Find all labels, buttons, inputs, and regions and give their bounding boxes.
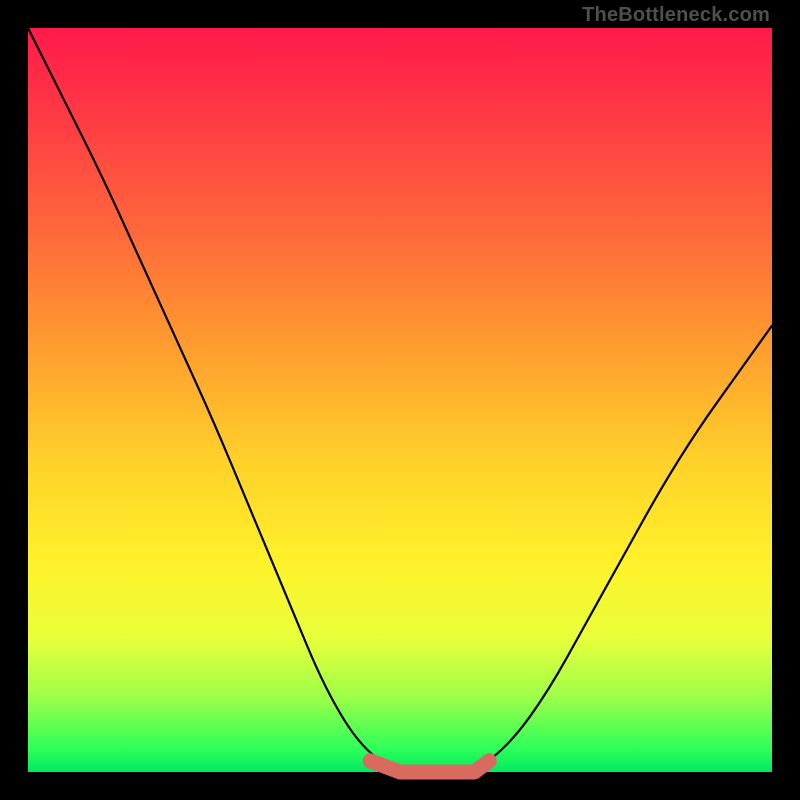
curve-svg xyxy=(28,28,772,772)
bottleneck-curve xyxy=(28,28,772,772)
gradient-plot-area xyxy=(28,28,772,772)
chart-frame: TheBottleneck.com xyxy=(0,0,800,800)
watermark-text: TheBottleneck.com xyxy=(582,4,770,27)
accent-valley-segment xyxy=(370,761,489,772)
